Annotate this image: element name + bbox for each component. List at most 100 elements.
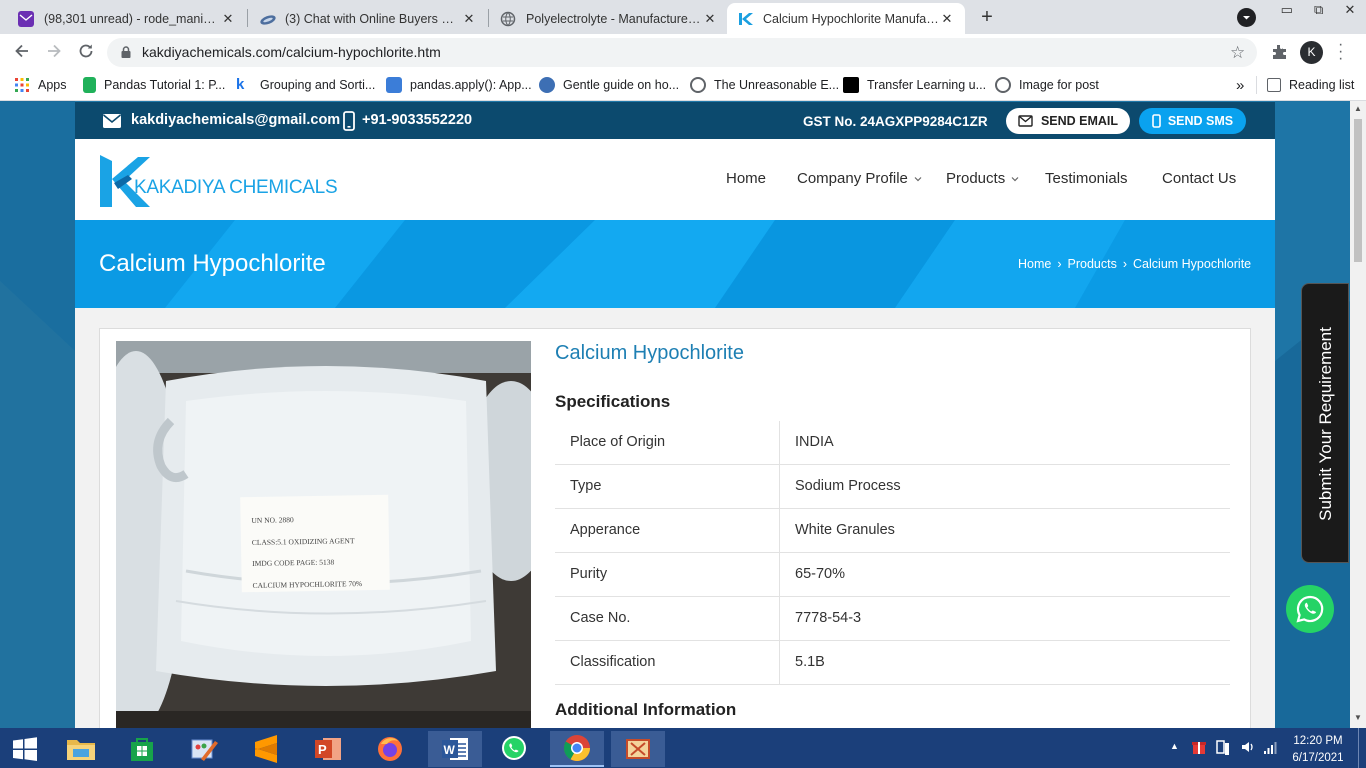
more-bookmarks-button[interactable]: »	[1236, 76, 1244, 94]
bookmark-image-for-post[interactable]: Image for post	[995, 76, 1099, 94]
word-taskbar[interactable]: W	[428, 731, 482, 767]
send-email-button[interactable]: SEND EMAIL	[1006, 108, 1130, 134]
chevron-down-icon	[914, 176, 922, 181]
bookmark-star-icon[interactable]: ☆	[1230, 43, 1245, 63]
reading-list-label: Reading list	[1289, 78, 1355, 92]
bookmark-grouping[interactable]: k Grouping and Sorti...	[236, 76, 375, 94]
minimize-icon[interactable]: ▭	[1281, 2, 1293, 18]
spec-key: Type	[570, 478, 602, 494]
product-image[interactable]: UN NO. 2880 CLASS:5.1 OXIDIZING AGENT IM…	[116, 341, 531, 728]
bookmark-gentle-guide[interactable]: Gentle guide on ho...	[539, 76, 679, 94]
site-logo[interactable]: KAKADIYA CHEMICALS	[98, 153, 338, 209]
bookmark-favicon-icon	[83, 77, 96, 93]
apps-grid-icon	[15, 78, 29, 92]
tab-divider	[488, 9, 489, 27]
bookmark-pandas-tutorial[interactable]: Pandas Tutorial 1: P...	[83, 76, 225, 94]
page-title: Calcium Hypochlorite	[99, 250, 326, 277]
nav-products[interactable]: Products	[946, 170, 1019, 187]
arrow-right-icon	[48, 44, 61, 58]
url-text[interactable]: kakdiyachemicals.com/calcium-hypochlorit…	[142, 44, 441, 60]
back-button[interactable]	[12, 41, 32, 61]
tray-app-icon[interactable]	[1191, 739, 1207, 755]
nav-label: Products	[946, 170, 1006, 187]
send-sms-button[interactable]: SEND SMS	[1139, 108, 1246, 134]
window-controls: ▭ ⧉ ✕	[1270, 0, 1366, 20]
file-explorer-taskbar[interactable]	[58, 731, 104, 767]
nav-home[interactable]: Home	[726, 170, 766, 187]
spec-value: Sodium Process	[795, 478, 901, 494]
chrome-taskbar[interactable]	[550, 731, 604, 767]
mobile-phone-icon	[1152, 114, 1161, 128]
tab-search-button[interactable]	[1237, 8, 1256, 27]
nav-company-profile[interactable]: Company Profile	[797, 170, 922, 187]
store-taskbar[interactable]	[119, 731, 165, 767]
browser-tab-polyelectrolyte[interactable]: Polyelectrolyte - Manufacturers, S ✕	[490, 3, 728, 34]
scroll-up-icon[interactable]: ▲	[1354, 104, 1362, 113]
page-scrollbar[interactable]: ▲ ▼	[1350, 101, 1366, 728]
volume-icon[interactable]	[1240, 739, 1256, 755]
tab-divider	[247, 9, 248, 27]
bookmark-unreasonable[interactable]: The Unreasonable E...	[690, 76, 839, 94]
snipping-tool-taskbar[interactable]	[611, 731, 665, 767]
submit-requirement-label: Submit Your Requirement	[1316, 327, 1335, 521]
breadcrumb-home[interactable]: Home	[1018, 257, 1051, 271]
submit-requirement-tab[interactable]: Submit Your Requirement	[1301, 283, 1349, 563]
wifi-signal-icon[interactable]	[1263, 740, 1279, 754]
bookmark-favicon-icon	[386, 77, 402, 93]
close-icon[interactable]: ✕	[939, 11, 955, 27]
kebab-menu-icon[interactable]: · · ·	[1338, 37, 1343, 67]
reading-list-button[interactable]: Reading list	[1267, 76, 1354, 94]
system-clock[interactable]: 12:20 PM 6/17/2021	[1290, 733, 1346, 767]
spec-key: Classification	[570, 654, 656, 670]
drum-label-line: IMDG CODE PAGE: 5138	[252, 557, 335, 568]
gst-number: GST No. 24AGXPP9284C1ZR	[803, 114, 988, 129]
browser-tab-chat[interactable]: (3) Chat with Online Buyers & Su ✕	[249, 3, 487, 34]
bookmark-pandas-apply[interactable]: pandas.apply(): App...	[386, 76, 532, 94]
restore-icon[interactable]: ⧉	[1314, 2, 1323, 18]
svg-text:W: W	[444, 743, 456, 757]
nav-contact-us[interactable]: Contact Us	[1162, 170, 1236, 187]
spec-value: 5.1B	[795, 654, 825, 670]
powerpoint-taskbar[interactable]: P	[305, 731, 351, 767]
close-icon[interactable]: ✕	[702, 11, 718, 27]
browser-tab-gmail[interactable]: (98,301 unread) - rode_manish@ ✕	[8, 3, 246, 34]
nav-label: Company Profile	[797, 170, 908, 187]
scroll-down-icon[interactable]: ▼	[1354, 713, 1362, 722]
close-icon[interactable]: ✕	[461, 11, 477, 27]
close-icon[interactable]: ✕	[220, 11, 236, 27]
profile-avatar[interactable]: K	[1300, 41, 1323, 64]
bookmark-transfer-learning[interactable]: Transfer Learning u...	[843, 76, 986, 94]
clock-date: 6/17/2021	[1292, 752, 1344, 764]
extensions-icon[interactable]	[1270, 43, 1288, 61]
nav-testimonials[interactable]: Testimonials	[1045, 170, 1128, 187]
bookmark-apps[interactable]: Apps	[14, 76, 67, 94]
breadcrumb-current: Calcium Hypochlorite	[1133, 257, 1252, 271]
scrollbar-thumb[interactable]	[1354, 119, 1362, 262]
folder-icon	[67, 740, 95, 760]
new-tab-button[interactable]: +	[974, 6, 1000, 30]
browser-tab-active[interactable]: Calcium Hypochlorite Manufactu ✕	[727, 3, 965, 34]
bookmark-divider	[1256, 76, 1257, 94]
whatsapp-taskbar[interactable]	[491, 731, 537, 767]
forward-button[interactable]	[44, 41, 64, 61]
envelope-icon	[102, 113, 122, 129]
sublime-taskbar[interactable]	[243, 731, 289, 767]
windows-start-button[interactable]	[2, 731, 48, 767]
contact-phone-link[interactable]: +91-9033552220	[362, 112, 472, 128]
reload-button[interactable]	[76, 41, 96, 61]
bookmark-label: Transfer Learning u...	[867, 78, 987, 92]
spec-key: Place of Origin	[570, 434, 666, 450]
whatsapp-button[interactable]	[1286, 585, 1334, 633]
bookmark-favicon-icon	[539, 77, 555, 93]
network-icon[interactable]	[1215, 739, 1231, 757]
firefox-taskbar[interactable]	[367, 731, 413, 767]
show-desktop-button[interactable]	[1358, 728, 1359, 768]
contact-email-link[interactable]: kakdiyachemicals@gmail.com	[131, 112, 340, 128]
logo-text: KAKADIYA CHEMICALS	[134, 177, 338, 198]
breadcrumb-products[interactable]: Products	[1068, 257, 1117, 271]
lock-icon[interactable]	[119, 45, 133, 59]
close-window-icon[interactable]: ✕	[1344, 2, 1355, 18]
arrow-left-icon	[15, 44, 28, 58]
tray-overflow-icon[interactable]: ▲	[1170, 741, 1179, 751]
paint-taskbar[interactable]	[181, 731, 227, 767]
